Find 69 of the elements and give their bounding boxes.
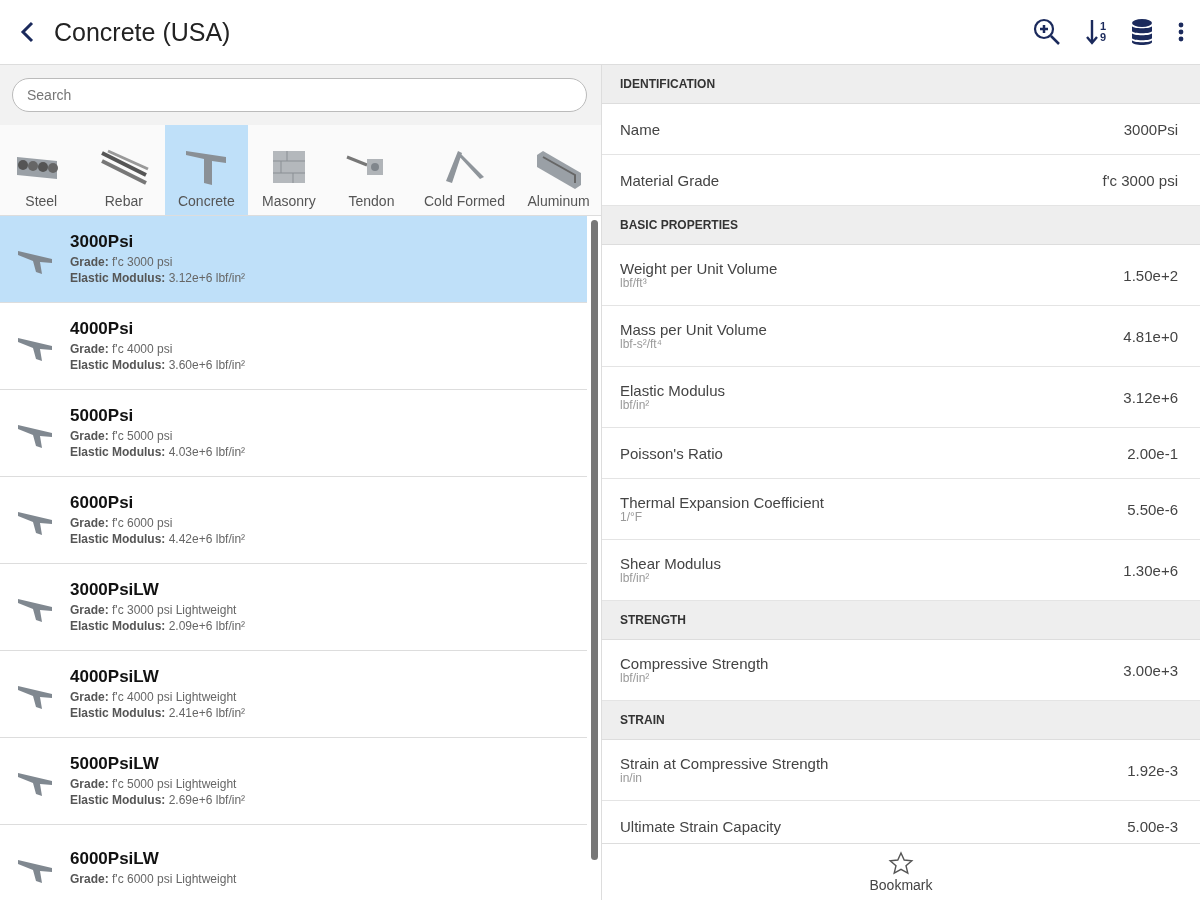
sort-button[interactable]: 1 9 <box>1083 17 1108 47</box>
material-name: 6000Psi <box>70 493 135 513</box>
property-label: Ultimate Strain Capacity <box>620 817 781 835</box>
property-label: Thermal Expansion Coefficient <box>620 494 824 511</box>
material-modulus: Elastic Modulus: 2.09e+6 lbf/in² <box>70 618 246 634</box>
section-header: BASIC PROPERTIES <box>602 206 1200 245</box>
material-grade: Grade: f'c 3000 psi <box>70 254 174 270</box>
property-label: Strain at Compressive Strength <box>620 755 829 772</box>
property-value: 5.00e-3 <box>1127 817 1178 835</box>
property-unit: lbf/in² <box>620 572 651 585</box>
material-modulus: Elastic Modulus: 4.03e+6 lbf/in² <box>70 444 246 460</box>
property-value: 1.50e+2 <box>1123 266 1178 284</box>
property-unit: in/in <box>620 772 643 785</box>
property-value: 4.81e+0 <box>1123 327 1178 345</box>
material-grade: Grade: f'c 6000 psi Lightweight <box>70 871 237 887</box>
property-label: Elastic Modulus <box>620 382 726 399</box>
property-unit: 1/°F <box>620 511 644 524</box>
material-name: 4000Psi <box>70 319 135 339</box>
property-label: Compressive Strength <box>620 655 769 672</box>
property-value: 1.30e+6 <box>1123 561 1178 579</box>
material-grade: Grade: f'c 5000 psi <box>70 428 174 444</box>
property-value: 5.50e-6 <box>1127 500 1178 518</box>
section-header: IDENTIFICATION <box>602 65 1200 104</box>
property-unit: lbf/in² <box>620 672 650 685</box>
category-tab[interactable]: Aluminum <box>516 125 601 215</box>
property-label: Mass per Unit Volume <box>620 321 767 338</box>
material-modulus: Elastic Modulus: 2.69e+6 lbf/in² <box>70 792 246 808</box>
search-field[interactable]: Search <box>12 78 587 112</box>
material-grade: Grade: f'c 5000 psi Lightweight <box>70 776 238 792</box>
property-unit: lbf-s²/ft⁴ <box>620 338 662 351</box>
property-label: Shear Modulus <box>620 555 721 572</box>
property-value: 3.00e+3 <box>1123 661 1178 679</box>
material-grade: Grade: f'c 4000 psi Lightweight <box>70 689 238 705</box>
section-header: STRENGTH <box>602 601 1200 640</box>
category-tab[interactable]: Tendon <box>330 125 413 215</box>
star-icon <box>888 851 914 877</box>
category-tab[interactable]: Steel <box>0 125 83 215</box>
material-name: 5000PsiLW <box>70 754 160 774</box>
property-unit: lbf/in² <box>620 399 651 412</box>
section-header: STRAIN <box>602 701 1200 740</box>
property-value: f'c 3000 psi <box>1102 171 1178 189</box>
category-tab[interactable]: Cold Formed <box>412 125 517 215</box>
property-value: 1.92e-3 <box>1127 761 1178 779</box>
property-label: Weight per Unit Volume <box>620 260 778 277</box>
material-name: 5000Psi <box>70 406 135 426</box>
property-label: Name <box>620 120 660 138</box>
material-modulus: Elastic Modulus: 2.41e+6 lbf/in² <box>70 705 246 721</box>
material-name: 6000PsiLW <box>70 849 160 869</box>
material-name: 3000PsiLW <box>70 580 160 600</box>
material-grade: Grade: f'c 3000 psi Lightweight <box>70 602 238 618</box>
category-tab[interactable]: Masonry <box>247 125 331 215</box>
page-title: Concrete (USA) <box>54 17 231 47</box>
material-name: 4000PsiLW <box>70 667 160 687</box>
property-value: 3000Psi <box>1123 120 1178 138</box>
material-list-item[interactable]: 3000Psi Grade: f'c 3000 psi Elastic Modulus: 3.12e+6 lbf/in² <box>0 216 587 303</box>
material-grade: Grade: f'c 4000 psi <box>70 341 174 357</box>
material-modulus: Elastic Modulus: 3.60e+6 lbf/in² <box>70 357 246 373</box>
property-label: Poisson's Ratio <box>620 444 723 462</box>
property-value: 2.00e-1 <box>1127 444 1178 462</box>
property-unit: lbf/ft³ <box>620 277 647 290</box>
property-value: 3.12e+6 <box>1123 388 1178 406</box>
scroll-bar[interactable] <box>590 220 598 860</box>
material-modulus: Elastic Modulus: 4.42e+6 lbf/in² <box>70 531 246 547</box>
category-tab[interactable]: Concrete <box>165 125 248 215</box>
material-grade: Grade: f'c 6000 psi <box>70 515 174 531</box>
material-modulus: Elastic Modulus: 3.12e+6 lbf/in² <box>70 270 246 286</box>
material-name: 3000Psi <box>70 232 135 252</box>
category-tab[interactable]: Rebar <box>82 125 166 215</box>
property-label: Material Grade <box>620 171 720 189</box>
